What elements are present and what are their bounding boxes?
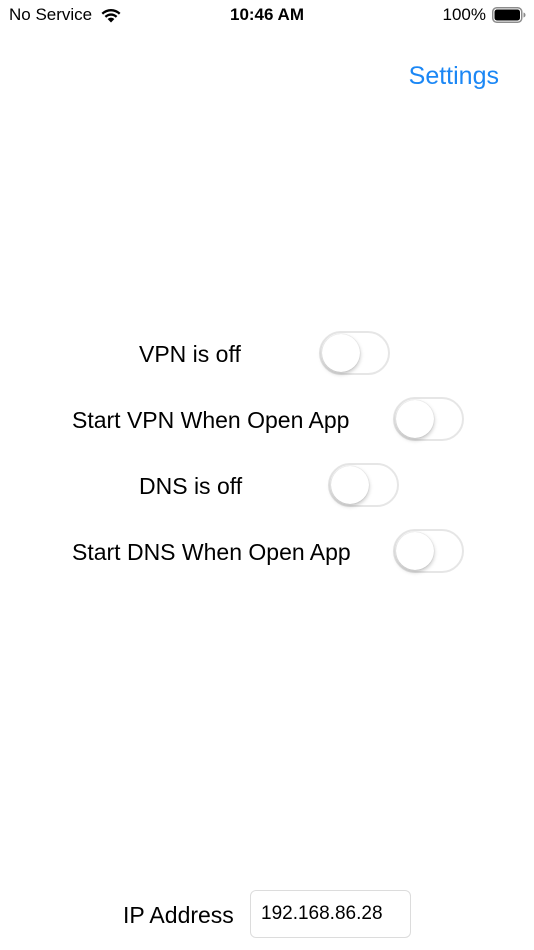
vpn-status-row: VPN is off — [0, 331, 534, 377]
battery-icon — [492, 7, 526, 23]
settings-button[interactable]: Settings — [409, 61, 499, 91]
battery-percent: 100% — [442, 5, 486, 24]
start-dns-toggle[interactable] — [393, 529, 464, 573]
start-dns-label: Start DNS When Open App — [72, 539, 351, 565]
dns-status-row: DNS is off — [0, 463, 534, 509]
dns-toggle-knob — [331, 466, 369, 504]
vpn-status-label: VPN is off — [139, 341, 241, 367]
start-dns-row: Start DNS When Open App — [0, 529, 534, 575]
dns-toggle[interactable] — [328, 463, 399, 507]
ip-address-row: IP Address — [0, 888, 534, 940]
vpn-toggle-knob — [322, 334, 360, 372]
start-vpn-label: Start VPN When Open App — [72, 407, 350, 433]
vpn-toggle[interactable] — [319, 331, 390, 375]
start-vpn-toggle[interactable] — [393, 397, 464, 441]
start-dns-toggle-knob — [396, 532, 434, 570]
start-vpn-row: Start VPN When Open App — [0, 397, 534, 443]
ip-address-field[interactable] — [250, 890, 411, 938]
dns-status-label: DNS is off — [139, 473, 243, 499]
battery-indicator: 100% — [443, 5, 526, 25]
status-bar: No Service 10:46 AM 100% — [0, 0, 534, 32]
ip-address-label: IP Address — [123, 902, 234, 928]
start-vpn-toggle-knob — [396, 400, 434, 438]
